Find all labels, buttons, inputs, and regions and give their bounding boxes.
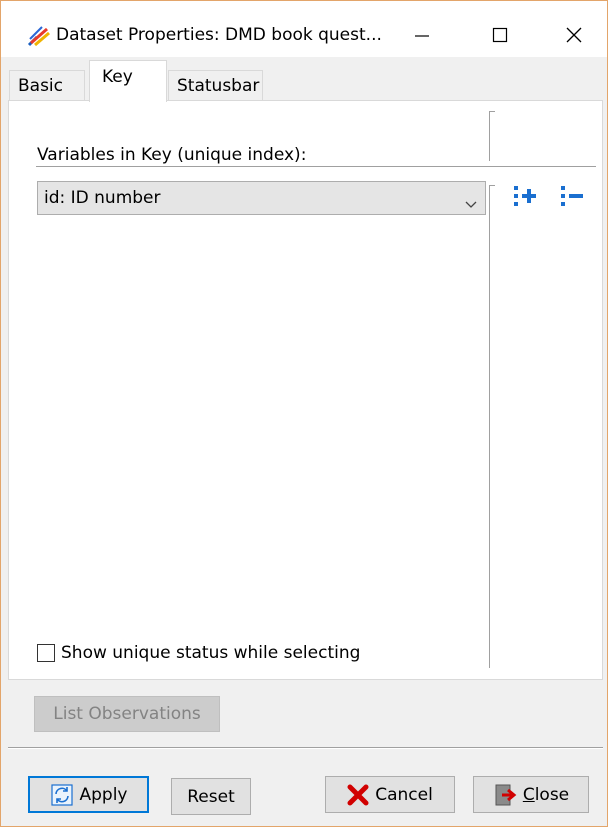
variables-in-key-label: Variables in Key (unique index): bbox=[37, 145, 307, 165]
show-unique-status-label: Show unique status while selecting bbox=[61, 643, 361, 663]
chevron-down-icon bbox=[465, 194, 477, 214]
reset-button[interactable]: Reset bbox=[171, 778, 251, 815]
cancel-label: Cancel bbox=[375, 784, 433, 805]
refresh-icon bbox=[50, 783, 74, 807]
stata-app-icon bbox=[27, 25, 51, 47]
close-window-button[interactable] bbox=[551, 15, 597, 55]
close-dialog-icon bbox=[493, 783, 517, 807]
separator-tick bbox=[489, 111, 495, 112]
vertical-separator bbox=[489, 185, 490, 668]
reset-label: Reset bbox=[187, 786, 235, 807]
close-label: Close bbox=[522, 784, 570, 805]
minimize-icon bbox=[414, 27, 430, 43]
window-title: Dataset Properties: DMD book quest... bbox=[56, 25, 382, 45]
close-button[interactable]: Close bbox=[473, 776, 589, 813]
tab-statusbar[interactable]: Statusbar bbox=[168, 70, 263, 101]
show-unique-status-option[interactable]: Show unique status while selecting bbox=[37, 643, 360, 663]
tab-key-label: Key bbox=[102, 67, 133, 87]
key-tab-panel: Variables in Key (unique index): id: ID … bbox=[8, 100, 603, 680]
tab-strip: Basic Key Statusbar bbox=[1, 57, 607, 102]
list-observations-label: List Observations bbox=[53, 704, 201, 724]
minimize-button[interactable] bbox=[399, 15, 445, 55]
title-bar[interactable]: Dataset Properties: DMD book quest... bbox=[1, 1, 607, 57]
add-key-variable-icon bbox=[512, 183, 538, 214]
show-unique-status-checkbox[interactable] bbox=[37, 644, 55, 662]
add-key-variable-button[interactable] bbox=[511, 183, 539, 213]
remove-key-variable-icon bbox=[559, 183, 585, 214]
maximize-button[interactable] bbox=[477, 15, 523, 55]
apply-button[interactable]: Apply bbox=[28, 776, 149, 813]
cancel-x-icon bbox=[347, 784, 369, 806]
key-variable-value: id: ID number bbox=[44, 188, 161, 208]
tab-basic[interactable]: Basic bbox=[9, 70, 85, 101]
list-observations-button[interactable]: List Observations bbox=[34, 696, 220, 732]
maximize-icon bbox=[492, 27, 508, 43]
tab-basic-label: Basic bbox=[18, 76, 64, 96]
key-variable-dropdown[interactable]: id: ID number bbox=[37, 181, 486, 215]
footer-separator bbox=[8, 747, 603, 749]
cancel-button[interactable]: Cancel bbox=[325, 776, 455, 813]
separator-tick bbox=[489, 185, 495, 186]
tab-key[interactable]: Key bbox=[89, 60, 167, 102]
tab-statusbar-label: Statusbar bbox=[177, 76, 260, 96]
group-separator bbox=[36, 166, 596, 169]
apply-label: Apply bbox=[79, 784, 128, 805]
close-icon bbox=[565, 26, 583, 44]
remove-key-variable-button[interactable] bbox=[558, 183, 586, 213]
vertical-separator bbox=[489, 111, 490, 161]
